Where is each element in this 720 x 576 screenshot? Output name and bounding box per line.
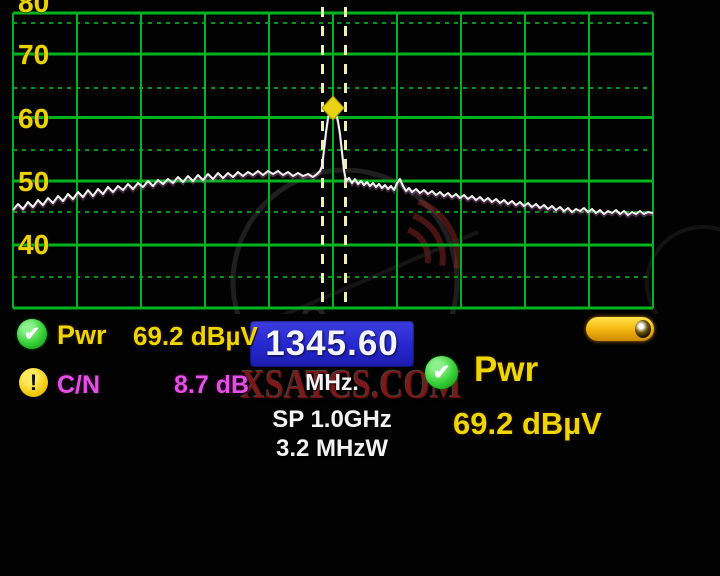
pwr-value: 69.2 dBµV [133,321,258,352]
pwr-ok-check-icon: ✔ [17,319,47,349]
frequency-value: 1345.60 [265,324,399,364]
y-axis-tick-label: 80 [18,0,49,18]
spectrum-plot: Ω8070605040 [0,0,720,314]
y-axis-tick-label: 40 [18,229,49,260]
exclamation-glyph: ! [30,370,37,396]
pwr-label: Pwr [57,320,107,351]
check-glyph: ✔ [433,360,451,385]
lock-ok-check-icon: ✔ [425,356,458,389]
battery-cap [635,320,651,338]
cn-warning-exclamation-icon: ! [19,368,48,397]
y-axis-tick-label: 50 [18,166,49,197]
lock-pwr-value: 69.2 dBµV [453,406,602,442]
lock-pwr-label: Pwr [474,350,538,390]
watermark-logo-ring-right [647,227,720,314]
y-axis-tick-label: 60 [18,103,49,134]
cn-label: C/N [57,371,100,400]
battery-icon [586,317,654,341]
frequency-unit: MHz. [250,369,414,396]
meter-screen: Ω8070605040 ✔ Pwr 69.2 dBµV 1345.60 XSAT… [0,0,720,576]
y-axis-tick-label: 70 [18,39,49,70]
check-glyph: ✔ [24,323,40,346]
span-readout: SP 1.0GHz [247,406,417,434]
bandwidth-readout: 3.2 MHzW [247,435,417,463]
cn-value: 8.7 dB [174,371,249,400]
